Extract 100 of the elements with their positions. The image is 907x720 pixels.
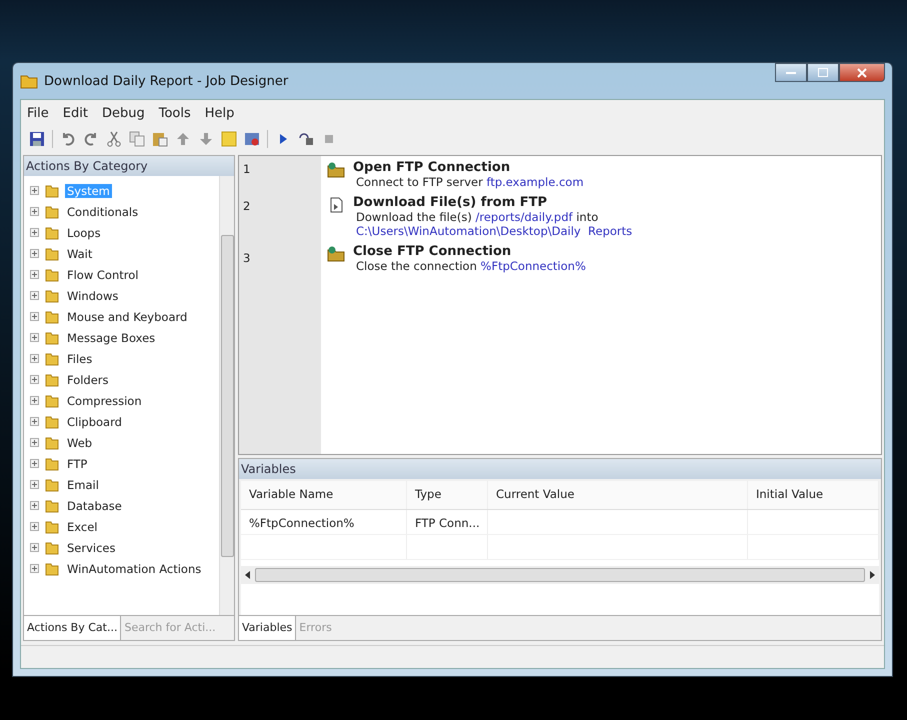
panel-tab[interactable]: Variables	[239, 616, 296, 640]
folder-icon	[45, 478, 59, 492]
panel-header: Actions By Category	[24, 156, 234, 176]
tree-item[interactable]: FTP	[65, 456, 90, 470]
maximize-icon	[818, 68, 828, 77]
folder-icon	[45, 246, 59, 260]
folder-icon	[45, 520, 59, 534]
plus-icon[interactable]	[30, 375, 39, 384]
tree-item[interactable]: Loops	[65, 226, 103, 240]
folder-icon	[20, 73, 38, 89]
table-cell: FTP Conn...	[407, 510, 488, 534]
plus-icon[interactable]	[30, 228, 39, 237]
folder-icon	[45, 436, 59, 450]
folder-icon	[45, 268, 59, 282]
folder-icon	[45, 204, 59, 218]
folder-icon	[45, 562, 59, 576]
step-description: Close the connection %FtpConnection%	[355, 259, 586, 273]
menu-item[interactable]: File	[27, 106, 49, 121]
line-number: 1	[242, 162, 252, 178]
folder-icon	[45, 310, 59, 324]
folder-icon	[45, 394, 59, 408]
plus-icon[interactable]	[30, 438, 39, 447]
folder-icon	[45, 456, 59, 470]
tree-item[interactable]: Clipboard	[65, 414, 124, 428]
step-description: Connect to FTP server ftp.example.com	[355, 175, 584, 189]
plus-icon[interactable]	[30, 417, 39, 426]
table-cell: %FtpConnection%	[241, 510, 407, 534]
column-header[interactable]: Initial Value	[748, 481, 879, 509]
step-description: C:\Users\WinAutomation\Desktop\Daily Reports	[355, 224, 632, 238]
plus-icon[interactable]	[30, 333, 39, 342]
line-number: 2	[242, 199, 252, 215]
tree-item[interactable]: Web	[65, 436, 94, 450]
folder-icon	[45, 540, 59, 554]
folder-icon	[45, 414, 59, 428]
step-description: Download the file(s) /reports/daily.pdf into	[355, 210, 600, 224]
tree-item[interactable]: WinAutomation Actions	[65, 562, 204, 576]
tree-item[interactable]: Message Boxes	[65, 330, 158, 344]
tree-item[interactable]: Flow Control	[65, 268, 140, 282]
tree-item[interactable]: Services	[65, 540, 118, 554]
plus-icon[interactable]	[30, 207, 39, 216]
plus-icon[interactable]	[30, 270, 39, 279]
step-icon[interactable]	[298, 131, 314, 147]
column-header[interactable]: Type	[407, 481, 488, 509]
column-header[interactable]: Current Value	[488, 481, 748, 509]
plus-icon[interactable]	[30, 186, 39, 195]
folder-icon	[45, 226, 59, 240]
tree-item[interactable]: Wait	[65, 246, 94, 260]
plus-icon[interactable]	[30, 564, 39, 573]
plus-icon[interactable]	[30, 312, 39, 321]
menu-item[interactable]: Help	[204, 106, 234, 121]
tree-item[interactable]: Windows	[65, 288, 120, 302]
plus-icon[interactable]	[30, 543, 39, 552]
menu-item[interactable]: Edit	[62, 106, 88, 121]
undo-icon[interactable]	[60, 131, 76, 147]
tree-item[interactable]: Folders	[65, 372, 111, 386]
plus-icon[interactable]	[30, 480, 39, 489]
close-button[interactable]	[839, 63, 885, 82]
maximize-button[interactable]	[807, 63, 839, 82]
folder-icon	[45, 498, 59, 512]
folder-icon	[45, 288, 59, 302]
step-title[interactable]: Close FTP Connection	[353, 244, 586, 259]
column-header[interactable]: Variable Name	[241, 481, 407, 509]
tree-item[interactable]: Compression	[65, 394, 144, 408]
panel-tab[interactable]: Actions By Cat...	[24, 616, 122, 640]
step-title[interactable]: Download File(s) from FTP	[353, 195, 632, 210]
tree-item[interactable]: Conditionals	[65, 204, 140, 218]
redo-icon[interactable]	[83, 131, 99, 147]
scrollbar[interactable]	[241, 566, 879, 584]
scrollbar[interactable]	[219, 176, 234, 615]
paste-icon[interactable]	[152, 131, 168, 147]
save-icon[interactable]	[29, 131, 45, 147]
step-title[interactable]: Open FTP Connection	[353, 160, 584, 175]
scissors-icon[interactable]	[106, 131, 122, 147]
window-title: Download Daily Report - Job Designer	[44, 74, 288, 88]
tree-item[interactable]: Email	[65, 478, 101, 492]
tree-item[interactable]: Files	[65, 352, 94, 366]
plus-icon[interactable]	[30, 396, 39, 405]
left-arrow-icon[interactable]	[245, 571, 251, 579]
plus-icon[interactable]	[30, 354, 39, 363]
menu-item[interactable]: Tools	[158, 106, 191, 121]
minimize-button[interactable]	[775, 63, 807, 82]
plus-icon[interactable]	[30, 501, 39, 510]
plus-icon[interactable]	[30, 291, 39, 300]
plus-icon[interactable]	[30, 249, 39, 258]
line-number: 3	[242, 251, 252, 267]
folder-icon	[45, 352, 59, 366]
window-icon[interactable]	[244, 131, 260, 147]
close-icon	[857, 68, 867, 78]
plus-icon[interactable]	[30, 459, 39, 468]
plus-icon[interactable]	[30, 522, 39, 531]
network-folder-icon	[327, 246, 345, 262]
minimize-icon	[786, 70, 796, 74]
tree-item[interactable]: Excel	[65, 520, 100, 534]
folder-icon	[45, 330, 59, 344]
tree-item[interactable]: Mouse and Keyboard	[65, 310, 190, 324]
panel-header: Variables	[239, 459, 881, 479]
menu-item[interactable]: Debug	[102, 106, 145, 121]
right-arrow-icon[interactable]	[869, 571, 875, 579]
folder-icon	[45, 184, 59, 198]
tree-item[interactable]: Database	[65, 498, 124, 512]
